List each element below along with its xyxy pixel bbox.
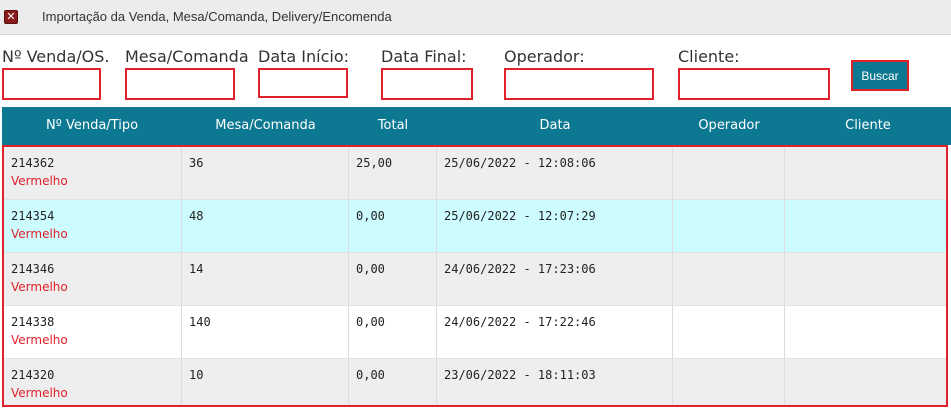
venda-label: Nº Venda/OS. — [2, 47, 110, 66]
data-inicio-label: Data Início: — [258, 47, 350, 66]
data-final-label: Data Final: — [381, 47, 467, 66]
table-row[interactable]: 214354 Vermelho 48 0,00 25/06/2022 - 12:… — [4, 200, 946, 253]
header-total[interactable]: Total — [349, 107, 437, 145]
venda-number: 214346 — [11, 262, 55, 276]
filter-venda: Nº Venda/OS. — [2, 47, 110, 100]
header-mesa[interactable]: Mesa/Comanda — [182, 107, 349, 145]
table-header: Nº Venda/Tipo Mesa/Comanda Total Data Op… — [2, 107, 951, 145]
cell-total: 25,00 — [349, 147, 437, 200]
table-row[interactable]: 214362 Vermelho 36 25,00 25/06/2022 - 12… — [4, 147, 946, 200]
cell-cliente — [785, 200, 946, 253]
mesa-label: Mesa/Comanda — [125, 47, 249, 66]
table-row[interactable]: 214346 Vermelho 14 0,00 24/06/2022 - 17:… — [4, 253, 946, 306]
buscar-button[interactable]: Buscar — [851, 60, 909, 91]
tipo-label: Vermelho — [11, 386, 68, 400]
cell-data: 24/06/2022 - 17:23:06 — [437, 253, 673, 306]
filter-operador: Operador: — [504, 47, 654, 100]
cell-mesa: 10 — [182, 359, 349, 405]
venda-number: 214354 — [11, 209, 55, 223]
close-icon[interactable]: ✕ — [4, 10, 18, 24]
cell-venda-tipo: 214338 Vermelho — [4, 306, 182, 359]
cell-venda-tipo: 214346 Vermelho — [4, 253, 182, 306]
cell-venda-tipo: 214362 Vermelho — [4, 147, 182, 200]
cell-total: 0,00 — [349, 306, 437, 359]
tipo-label: Vermelho — [11, 333, 68, 347]
cell-cliente — [785, 306, 946, 359]
cell-operador — [673, 253, 785, 306]
cell-data: 25/06/2022 - 12:07:29 — [437, 200, 673, 253]
cell-operador — [673, 147, 785, 200]
venda-input[interactable] — [2, 68, 101, 100]
cell-data: 24/06/2022 - 17:22:46 — [437, 306, 673, 359]
cell-total: 0,00 — [349, 200, 437, 253]
cell-venda-tipo: 214354 Vermelho — [4, 200, 182, 253]
cell-mesa: 14 — [182, 253, 349, 306]
data-inicio-input[interactable] — [258, 68, 348, 98]
filter-data-final: Data Final: — [381, 47, 473, 100]
cell-cliente — [785, 359, 946, 405]
table-body: 214362 Vermelho 36 25,00 25/06/2022 - 12… — [2, 145, 948, 407]
venda-number: 214362 — [11, 156, 55, 170]
cell-data: 25/06/2022 - 12:08:06 — [437, 147, 673, 200]
cell-mesa: 140 — [182, 306, 349, 359]
filter-data-inicio: Data Início: — [258, 47, 350, 98]
tipo-label: Vermelho — [11, 174, 68, 188]
filter-mesa: Mesa/Comanda — [125, 47, 249, 100]
cell-data: 23/06/2022 - 18:11:03 — [437, 359, 673, 405]
cell-cliente — [785, 147, 946, 200]
tipo-label: Vermelho — [11, 280, 68, 294]
cell-mesa: 48 — [182, 200, 349, 253]
venda-number: 214320 — [11, 368, 55, 382]
header-venda-tipo[interactable]: Nº Venda/Tipo — [2, 107, 182, 145]
table-row[interactable]: 214338 Vermelho 140 0,00 24/06/2022 - 17… — [4, 306, 946, 359]
header-operador[interactable]: Operador — [673, 107, 785, 145]
cell-operador — [673, 200, 785, 253]
table-row[interactable]: 214320 Vermelho 10 0,00 23/06/2022 - 18:… — [4, 359, 946, 405]
operador-label: Operador: — [504, 47, 585, 66]
cell-operador — [673, 306, 785, 359]
operador-input[interactable] — [504, 68, 654, 100]
data-final-input[interactable] — [381, 68, 473, 100]
cell-total: 0,00 — [349, 253, 437, 306]
cell-venda-tipo: 214320 Vermelho — [4, 359, 182, 405]
header-data[interactable]: Data — [437, 107, 673, 145]
cell-cliente — [785, 253, 946, 306]
window-title: Importação da Venda, Mesa/Comanda, Deliv… — [42, 9, 392, 24]
cell-operador — [673, 359, 785, 405]
window-titlebar: ✕ Importação da Venda, Mesa/Comanda, Del… — [0, 0, 951, 35]
cliente-input[interactable] — [678, 68, 830, 100]
cell-mesa: 36 — [182, 147, 349, 200]
tipo-label: Vermelho — [11, 227, 68, 241]
cliente-label: Cliente: — [678, 47, 740, 66]
filter-cliente: Cliente: — [678, 47, 830, 100]
mesa-input[interactable] — [125, 68, 235, 100]
venda-number: 214338 — [11, 315, 55, 329]
cell-total: 0,00 — [349, 359, 437, 405]
header-cliente[interactable]: Cliente — [785, 107, 951, 145]
